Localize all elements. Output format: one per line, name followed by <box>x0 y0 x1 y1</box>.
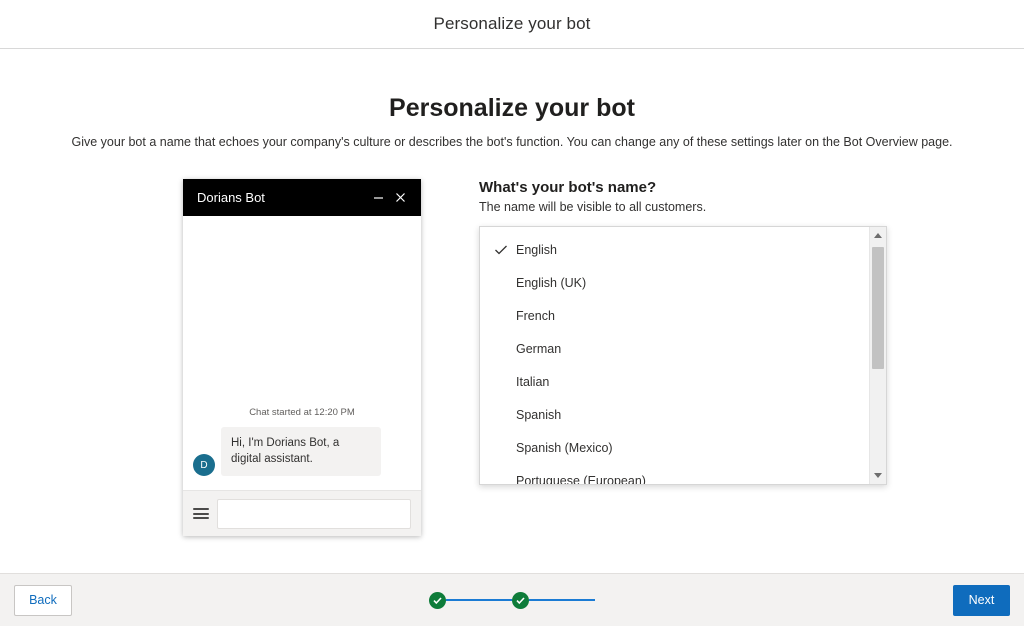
primary-language-option-list: English English (UK) French German Italian Sp… <box>480 227 869 484</box>
chat-preview-widget: Dorians Bot Chat started at 12:20 PM D H… <box>183 179 421 536</box>
language-option[interactable]: French <box>480 299 869 332</box>
avatar: D <box>193 454 215 476</box>
step-connector-2 <box>529 599 595 601</box>
language-option[interactable]: Portuguese (European) <box>480 464 869 485</box>
primary-language-dropdown: English English (UK) French German Italian Sp… <box>479 226 887 485</box>
language-option[interactable]: German <box>480 332 869 365</box>
progress-stepper <box>0 591 1024 609</box>
language-option-label: Italian <box>516 374 550 389</box>
app-header-title: Personalize your bot <box>433 14 591 33</box>
bot-name-section-description: The name will be visible to all customer… <box>479 200 707 214</box>
chat-preview-titlebar: Dorians Bot <box>183 179 421 216</box>
chat-transcript: Chat started at 12:20 PM D Hi, I'm Doria… <box>183 216 421 490</box>
dropdown-scrollbar[interactable] <box>869 227 886 484</box>
step-indicator-1 <box>429 591 446 609</box>
chat-preview-title: Dorians Bot <box>197 190 265 205</box>
app-header: Personalize your bot <box>0 0 1024 49</box>
language-option[interactable]: English <box>480 233 869 266</box>
settings-form: What's your bot's name? The name will be… <box>479 179 887 536</box>
language-option[interactable]: English (UK) <box>480 266 869 299</box>
chat-message-bubble: Hi, I'm Dorians Bot, a digital assistant… <box>221 426 381 476</box>
step-connector-1 <box>446 599 512 601</box>
language-option[interactable]: Italian <box>480 365 869 398</box>
language-option-label: Spanish <box>516 407 562 422</box>
page-title: Personalize your bot <box>389 94 635 122</box>
language-option-label: English (UK) <box>516 275 587 290</box>
language-option-label: Portuguese (European) <box>516 473 646 485</box>
back-button[interactable]: Back <box>14 584 72 616</box>
hamburger-menu-icon[interactable] <box>193 508 209 519</box>
wizard-footer: Back Next <box>0 573 1024 626</box>
step-indicator-2 <box>512 591 529 609</box>
chat-composer <box>183 490 421 536</box>
page-subtitle: Give your bot a name that echoes your co… <box>71 135 953 149</box>
content-columns: Dorians Bot Chat started at 12:20 PM D H… <box>0 179 1024 536</box>
minimize-icon[interactable] <box>367 187 389 209</box>
scrollbar-thumb[interactable] <box>872 247 884 369</box>
chat-message-row: D Hi, I'm Dorians Bot, a digital assista… <box>193 426 411 476</box>
scroll-up-arrow-icon[interactable] <box>870 227 886 244</box>
bot-name-section-title: What's your bot's name? <box>479 179 657 196</box>
language-option-label: French <box>516 308 555 323</box>
close-icon[interactable] <box>389 187 411 209</box>
check-icon <box>494 243 516 257</box>
language-option[interactable]: Spanish (Mexico) <box>480 431 869 464</box>
scroll-down-arrow-icon[interactable] <box>870 467 886 484</box>
chat-message-input[interactable] <box>217 498 411 529</box>
language-option[interactable]: Spanish <box>480 398 869 431</box>
language-option-label: English <box>516 242 557 257</box>
page-body: Personalize your bot Give your bot a nam… <box>0 50 1024 573</box>
language-option-label: German <box>516 341 562 356</box>
language-option-label: Spanish (Mexico) <box>516 440 613 455</box>
next-button[interactable]: Next <box>953 584 1010 616</box>
chat-started-timestamp: Chat started at 12:20 PM <box>249 406 355 418</box>
